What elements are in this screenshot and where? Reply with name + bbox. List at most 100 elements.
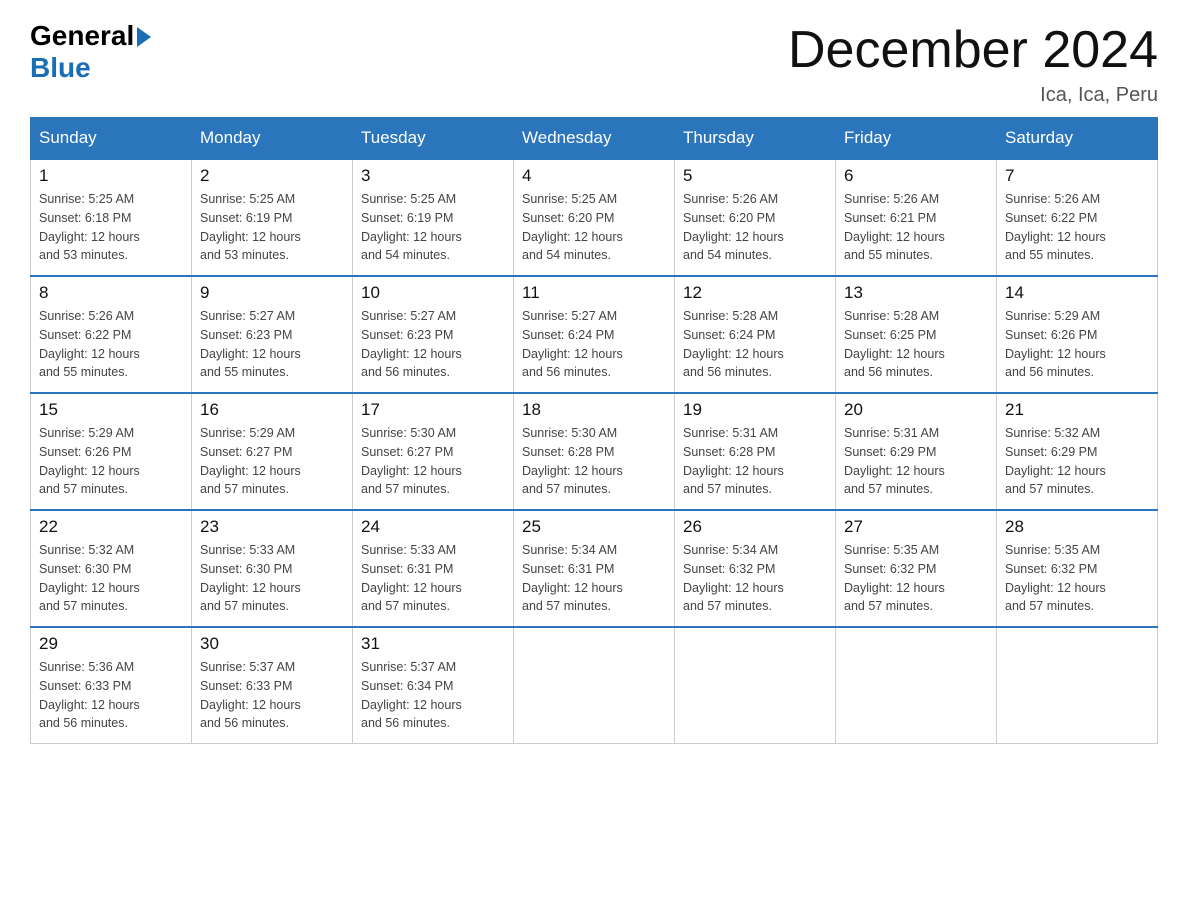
day-info: Sunrise: 5:26 AMSunset: 6:20 PMDaylight:… [683,192,784,262]
day-info: Sunrise: 5:30 AMSunset: 6:28 PMDaylight:… [522,426,623,496]
calendar-cell: 10 Sunrise: 5:27 AMSunset: 6:23 PMDaylig… [353,276,514,393]
day-number: 10 [361,283,505,303]
calendar-cell: 9 Sunrise: 5:27 AMSunset: 6:23 PMDayligh… [192,276,353,393]
calendar-cell: 31 Sunrise: 5:37 AMSunset: 6:34 PMDaylig… [353,627,514,744]
day-info: Sunrise: 5:26 AMSunset: 6:22 PMDaylight:… [1005,192,1106,262]
calendar-cell: 18 Sunrise: 5:30 AMSunset: 6:28 PMDaylig… [514,393,675,510]
day-info: Sunrise: 5:26 AMSunset: 6:22 PMDaylight:… [39,309,140,379]
calendar-cell: 6 Sunrise: 5:26 AMSunset: 6:21 PMDayligh… [836,159,997,276]
day-number: 30 [200,634,344,654]
day-number: 16 [200,400,344,420]
day-number: 22 [39,517,183,537]
page-header: General Blue December 2024 Ica, Ica, Per… [30,20,1158,107]
calendar-cell: 1 Sunrise: 5:25 AMSunset: 6:18 PMDayligh… [31,159,192,276]
day-number: 18 [522,400,666,420]
day-number: 28 [1005,517,1149,537]
calendar-cell: 7 Sunrise: 5:26 AMSunset: 6:22 PMDayligh… [997,159,1158,276]
day-info: Sunrise: 5:25 AMSunset: 6:18 PMDaylight:… [39,192,140,262]
day-number: 21 [1005,400,1149,420]
calendar-cell: 12 Sunrise: 5:28 AMSunset: 6:24 PMDaylig… [675,276,836,393]
logo: General Blue [30,20,151,84]
day-number: 20 [844,400,988,420]
week-row-3: 15 Sunrise: 5:29 AMSunset: 6:26 PMDaylig… [31,393,1158,510]
day-number: 11 [522,283,666,303]
day-info: Sunrise: 5:33 AMSunset: 6:30 PMDaylight:… [200,543,301,613]
day-number: 9 [200,283,344,303]
day-info: Sunrise: 5:30 AMSunset: 6:27 PMDaylight:… [361,426,462,496]
day-info: Sunrise: 5:27 AMSunset: 6:23 PMDaylight:… [361,309,462,379]
calendar-cell: 8 Sunrise: 5:26 AMSunset: 6:22 PMDayligh… [31,276,192,393]
calendar-cell: 22 Sunrise: 5:32 AMSunset: 6:30 PMDaylig… [31,510,192,627]
day-number: 24 [361,517,505,537]
calendar-cell: 23 Sunrise: 5:33 AMSunset: 6:30 PMDaylig… [192,510,353,627]
day-info: Sunrise: 5:28 AMSunset: 6:24 PMDaylight:… [683,309,784,379]
day-info: Sunrise: 5:34 AMSunset: 6:31 PMDaylight:… [522,543,623,613]
logo-arrow-icon [137,27,151,47]
day-number: 26 [683,517,827,537]
day-info: Sunrise: 5:25 AMSunset: 6:19 PMDaylight:… [200,192,301,262]
day-number: 7 [1005,166,1149,186]
day-info: Sunrise: 5:29 AMSunset: 6:27 PMDaylight:… [200,426,301,496]
day-number: 14 [1005,283,1149,303]
calendar-cell: 3 Sunrise: 5:25 AMSunset: 6:19 PMDayligh… [353,159,514,276]
calendar-cell: 2 Sunrise: 5:25 AMSunset: 6:19 PMDayligh… [192,159,353,276]
day-number: 12 [683,283,827,303]
calendar-cell: 11 Sunrise: 5:27 AMSunset: 6:24 PMDaylig… [514,276,675,393]
calendar-cell: 5 Sunrise: 5:26 AMSunset: 6:20 PMDayligh… [675,159,836,276]
title-block: December 2024 Ica, Ica, Peru [788,20,1158,107]
calendar-cell: 19 Sunrise: 5:31 AMSunset: 6:28 PMDaylig… [675,393,836,510]
day-info: Sunrise: 5:34 AMSunset: 6:32 PMDaylight:… [683,543,784,613]
day-number: 29 [39,634,183,654]
week-row-5: 29 Sunrise: 5:36 AMSunset: 6:33 PMDaylig… [31,627,1158,744]
calendar-cell [514,627,675,744]
calendar-cell: 24 Sunrise: 5:33 AMSunset: 6:31 PMDaylig… [353,510,514,627]
header-row: SundayMondayTuesdayWednesdayThursdayFrid… [31,118,1158,160]
calendar-cell: 17 Sunrise: 5:30 AMSunset: 6:27 PMDaylig… [353,393,514,510]
header-thursday: Thursday [675,118,836,160]
calendar-cell: 14 Sunrise: 5:29 AMSunset: 6:26 PMDaylig… [997,276,1158,393]
day-info: Sunrise: 5:32 AMSunset: 6:29 PMDaylight:… [1005,426,1106,496]
header-monday: Monday [192,118,353,160]
day-info: Sunrise: 5:25 AMSunset: 6:20 PMDaylight:… [522,192,623,262]
calendar-cell [997,627,1158,744]
day-info: Sunrise: 5:37 AMSunset: 6:33 PMDaylight:… [200,660,301,730]
header-wednesday: Wednesday [514,118,675,160]
calendar-cell [836,627,997,744]
day-info: Sunrise: 5:37 AMSunset: 6:34 PMDaylight:… [361,660,462,730]
logo-general: General [30,20,151,52]
day-info: Sunrise: 5:25 AMSunset: 6:19 PMDaylight:… [361,192,462,262]
calendar-cell: 26 Sunrise: 5:34 AMSunset: 6:32 PMDaylig… [675,510,836,627]
calendar-cell: 4 Sunrise: 5:25 AMSunset: 6:20 PMDayligh… [514,159,675,276]
day-info: Sunrise: 5:29 AMSunset: 6:26 PMDaylight:… [39,426,140,496]
header-sunday: Sunday [31,118,192,160]
calendar-cell: 21 Sunrise: 5:32 AMSunset: 6:29 PMDaylig… [997,393,1158,510]
calendar-cell: 20 Sunrise: 5:31 AMSunset: 6:29 PMDaylig… [836,393,997,510]
day-number: 5 [683,166,827,186]
day-number: 25 [522,517,666,537]
day-number: 8 [39,283,183,303]
day-info: Sunrise: 5:27 AMSunset: 6:23 PMDaylight:… [200,309,301,379]
month-title: December 2024 [788,20,1158,80]
logo-general-text: General [30,20,134,52]
header-saturday: Saturday [997,118,1158,160]
week-row-1: 1 Sunrise: 5:25 AMSunset: 6:18 PMDayligh… [31,159,1158,276]
header-tuesday: Tuesday [353,118,514,160]
logo-blue-text: Blue [30,52,91,84]
calendar-cell: 27 Sunrise: 5:35 AMSunset: 6:32 PMDaylig… [836,510,997,627]
day-number: 31 [361,634,505,654]
day-info: Sunrise: 5:26 AMSunset: 6:21 PMDaylight:… [844,192,945,262]
day-number: 13 [844,283,988,303]
day-number: 4 [522,166,666,186]
day-number: 1 [39,166,183,186]
day-info: Sunrise: 5:35 AMSunset: 6:32 PMDaylight:… [844,543,945,613]
day-info: Sunrise: 5:28 AMSunset: 6:25 PMDaylight:… [844,309,945,379]
day-info: Sunrise: 5:33 AMSunset: 6:31 PMDaylight:… [361,543,462,613]
day-info: Sunrise: 5:36 AMSunset: 6:33 PMDaylight:… [39,660,140,730]
day-number: 6 [844,166,988,186]
day-number: 15 [39,400,183,420]
calendar-cell: 30 Sunrise: 5:37 AMSunset: 6:33 PMDaylig… [192,627,353,744]
day-number: 23 [200,517,344,537]
day-info: Sunrise: 5:27 AMSunset: 6:24 PMDaylight:… [522,309,623,379]
location: Ica, Ica, Peru [788,84,1158,107]
day-number: 27 [844,517,988,537]
